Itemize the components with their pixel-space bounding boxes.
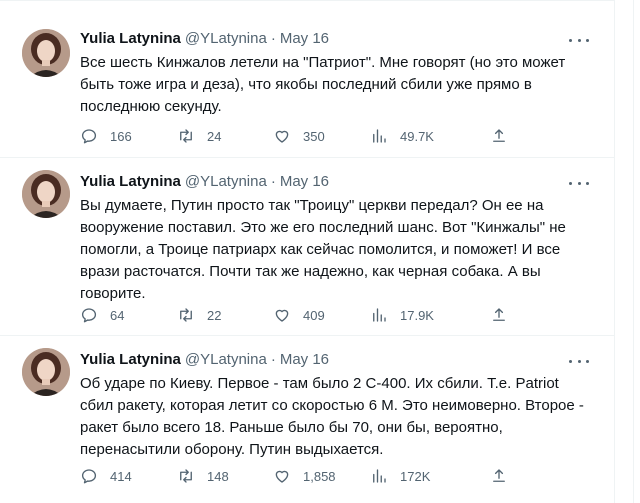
reply-button[interactable]: 414 — [80, 466, 132, 486]
reply-icon — [81, 469, 97, 484]
tweet-date[interactable]: May 16 — [280, 29, 329, 49]
like-count: 409 — [303, 307, 325, 323]
reply-button[interactable]: 64 — [80, 305, 124, 325]
tweet-actions: 414 148 1,858 172K — [80, 466, 505, 486]
views-button[interactable]: 17.9K — [370, 305, 434, 325]
tweet-actions: 166 24 350 49.7K — [80, 126, 505, 146]
tweet[interactable]: Yulia Latynina @YLatynina · May 16 Вы ду… — [0, 158, 615, 336]
like-icon — [275, 470, 289, 483]
like-button[interactable]: 350 — [273, 126, 325, 146]
reply-count: 166 — [110, 128, 132, 144]
author-handle[interactable]: @YLatynina — [185, 172, 267, 192]
retweet-count: 148 — [207, 468, 229, 484]
tweet-text: Вы думаете, Путин просто так "Троицу" це… — [80, 197, 566, 302]
timeline: Yulia Latynina @YLatynina · May 16 Все ш… — [0, 0, 615, 503]
author-handle[interactable]: @YLatynina — [185, 350, 267, 370]
views-count: 49.7K — [400, 128, 434, 144]
tweet-date[interactable]: May 16 — [280, 350, 329, 370]
separator: · — [270, 351, 276, 368]
retweet-count: 22 — [207, 307, 222, 323]
like-count: 350 — [303, 128, 325, 144]
like-button[interactable]: 409 — [273, 305, 325, 325]
reply-button[interactable]: 166 — [80, 126, 132, 146]
author-name[interactable]: Yulia Latynina — [80, 172, 181, 192]
avatar[interactable] — [22, 348, 70, 396]
like-icon — [275, 309, 289, 322]
retweet-icon — [180, 129, 192, 143]
views-icon — [373, 129, 386, 143]
views-button[interactable]: 49.7K — [370, 126, 434, 146]
views-count: 172K — [400, 468, 431, 484]
retweet-button[interactable]: 22 — [177, 305, 221, 325]
separator: · — [270, 30, 276, 47]
more-icon[interactable] — [569, 176, 589, 190]
tweet-actions: 64 22 409 17.9K — [80, 305, 505, 325]
author-name[interactable]: Yulia Latynina — [80, 350, 181, 370]
avatar[interactable] — [22, 29, 70, 77]
share-button[interactable] — [490, 466, 508, 486]
tweet-text: Об ударе по Киеву. Первое - там было 2 С… — [80, 375, 584, 458]
tweet-date[interactable]: May 16 — [280, 172, 329, 192]
share-icon — [493, 129, 505, 142]
views-icon — [373, 308, 386, 322]
share-icon — [493, 469, 505, 482]
author-handle[interactable]: @YLatynina — [185, 29, 267, 49]
retweet-icon — [180, 469, 192, 483]
retweet-button[interactable]: 24 — [177, 126, 221, 146]
like-count: 1,858 — [303, 468, 336, 484]
more-icon[interactable] — [569, 33, 589, 47]
reply-icon — [81, 129, 97, 144]
like-button[interactable]: 1,858 — [273, 466, 336, 486]
separator: · — [270, 173, 276, 190]
views-button[interactable]: 172K — [370, 466, 430, 486]
like-icon — [275, 130, 289, 143]
share-button[interactable] — [490, 126, 508, 146]
reply-count: 64 — [110, 307, 125, 323]
page-edge — [633, 0, 640, 503]
views-icon — [373, 469, 386, 483]
retweet-count: 24 — [207, 128, 222, 144]
retweet-icon — [180, 308, 192, 322]
share-icon — [493, 308, 505, 321]
tweet[interactable]: Yulia Latynina @YLatynina · May 16 Все ш… — [0, 0, 615, 158]
retweet-button[interactable]: 148 — [177, 466, 229, 486]
reply-icon — [81, 308, 97, 323]
tweet-text: Все шесть Кинжалов летели на "Патриот". … — [80, 54, 566, 115]
tweet[interactable]: Yulia Latynina @YLatynina · May 16 Об уд… — [0, 336, 615, 503]
share-button[interactable] — [490, 305, 508, 325]
reply-count: 414 — [110, 468, 132, 484]
views-count: 17.9K — [400, 307, 434, 323]
author-name[interactable]: Yulia Latynina — [80, 29, 181, 49]
avatar[interactable] — [22, 170, 70, 218]
more-icon[interactable] — [569, 354, 589, 368]
